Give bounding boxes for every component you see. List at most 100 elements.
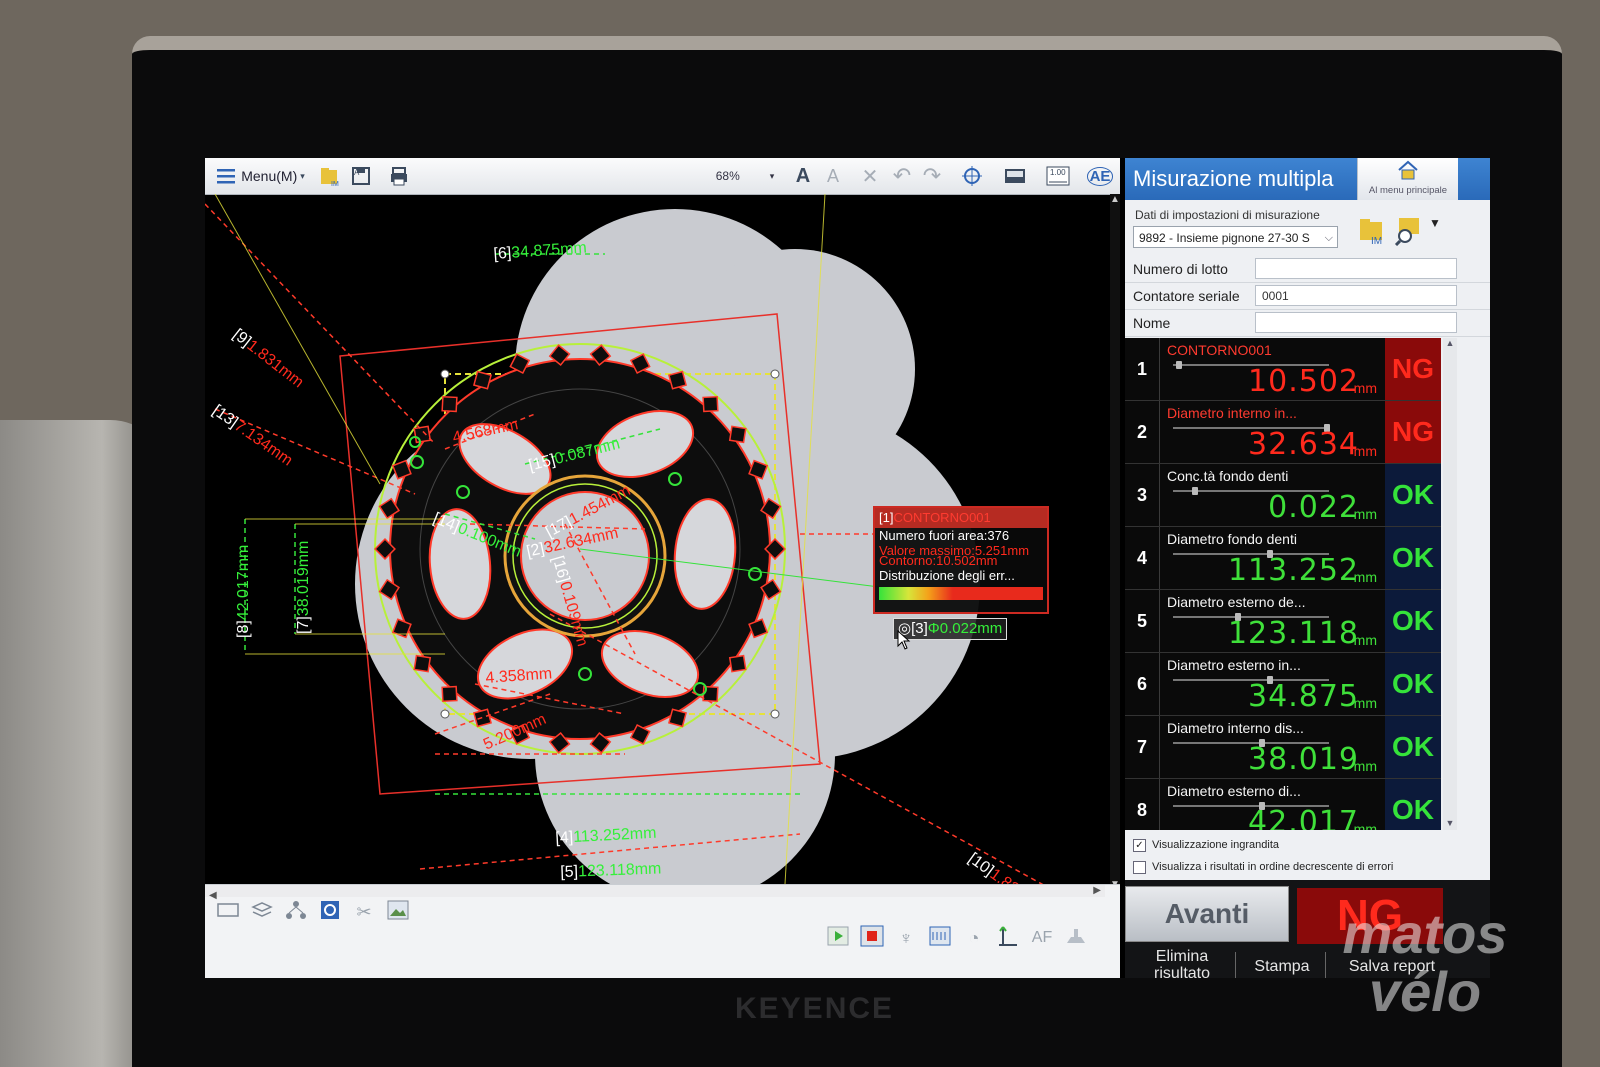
result-status: NG xyxy=(1385,401,1441,463)
search-settings-button[interactable] xyxy=(1393,214,1423,251)
zoom-view-option[interactable]: ✓ Visualizzazione ingrandita xyxy=(1133,834,1393,856)
scissors-button[interactable]: ✂ xyxy=(351,899,377,925)
settings-select[interactable]: 9892 - Insieme pignone 27-30 S ⌵ xyxy=(1133,226,1338,248)
measurement-canvas[interactable]: [6]34.875mm [9]1.831mm [13]7.134mm 4.568… xyxy=(205,193,1110,904)
lot-number-input[interactable] xyxy=(1255,258,1457,279)
annotation-5[interactable]: [5]123.118mm xyxy=(560,860,662,882)
sprocket-tooth xyxy=(441,395,458,413)
settings-icons: IM ▼ xyxy=(1357,214,1441,251)
focus-button[interactable]: ◔ xyxy=(961,925,987,951)
result-unit: mm xyxy=(1353,758,1377,774)
open-im-button[interactable]: IM xyxy=(317,164,343,188)
contour-popup[interactable]: [1]CONTORNO001 Numero fuori area:376 Val… xyxy=(873,506,1049,614)
main-menu-button[interactable]: Al menu principale xyxy=(1357,158,1458,200)
result-status: OK xyxy=(1385,464,1441,526)
error-distribution-bar xyxy=(879,587,1043,600)
result-value: 123.118 xyxy=(1227,616,1359,651)
annotation-8[interactable]: [8]42.017mm xyxy=(235,545,253,638)
next-button[interactable]: Avanti xyxy=(1125,886,1289,942)
redo-button[interactable]: ↷ xyxy=(919,163,945,188)
screen: Menu(M) ▾ IM A 68% ▾ A A ✕ ↶ ↷ 1.00 AE [… xyxy=(205,158,1490,978)
vertical-scrollbar[interactable]: ▲ ▼ xyxy=(1110,194,1120,894)
results-scrollbar[interactable]: ▲ ▼ xyxy=(1443,338,1457,830)
result-name: Diametro esterno in... xyxy=(1167,657,1301,673)
sort-errors-label: Visualizza i risultati in ordine decresc… xyxy=(1152,861,1394,873)
save-button[interactable]: A xyxy=(347,164,377,188)
serial-counter-input[interactable]: 0001 xyxy=(1255,285,1457,306)
open-settings-button[interactable]: IM xyxy=(1357,214,1387,251)
result-row[interactable]: 5 Diametro esterno de... 123.118 mm OK xyxy=(1125,590,1441,653)
caret-down-icon: ▾ xyxy=(769,170,775,181)
image-button[interactable] xyxy=(385,899,411,925)
result-name: Diametro esterno de... xyxy=(1167,594,1306,610)
result-row[interactable]: 8 Diametro esterno di... 42.017 mm OK xyxy=(1125,779,1441,830)
settings-dropdown-button[interactable]: ▼ xyxy=(1429,214,1441,251)
autofocus-button[interactable]: AF xyxy=(1029,925,1055,951)
menu-button[interactable]: Menu(M) ▾ xyxy=(211,164,311,188)
popup-line-1: Numero fuori area:376 xyxy=(879,528,1010,543)
results-list: 1 CONTORNO001 10.502 mm NG 2 Diametro interno … xyxy=(1125,338,1441,830)
target-button[interactable] xyxy=(957,164,987,188)
undo-button[interactable]: ↶ xyxy=(889,163,915,188)
sort-errors-option[interactable]: Visualizza i risultati in ordine decresc… xyxy=(1133,856,1393,878)
result-name: Diametro interno in... xyxy=(1167,405,1297,421)
keyboard-button[interactable] xyxy=(215,899,241,925)
light-button[interactable]: ♆ xyxy=(893,925,919,951)
gear-icon xyxy=(319,899,341,926)
result-row[interactable]: 3 Conc.tà fondo denti 0.022 mm OK xyxy=(1125,464,1441,527)
result-value: 42.017 xyxy=(1248,805,1359,830)
stage-button[interactable] xyxy=(1063,925,1089,951)
height-button[interactable] xyxy=(995,925,1021,951)
result-row[interactable]: 6 Diametro esterno in... 34.875 mm OK xyxy=(1125,653,1441,716)
result-number: 6 xyxy=(1125,653,1160,715)
result-name: CONTORNO001 xyxy=(1167,342,1272,358)
scroll-right-icon[interactable]: ▶ xyxy=(1093,885,1101,896)
result-name: Diametro interno dis... xyxy=(1167,720,1304,736)
scroll-down-icon[interactable]: ▼ xyxy=(1443,818,1457,828)
scroll-up-icon[interactable]: ▲ xyxy=(1110,194,1120,205)
focus-icon: ◔ xyxy=(968,927,980,948)
text-reduce-button[interactable]: A xyxy=(820,164,846,188)
annotation-7[interactable]: [7]38.019mm xyxy=(295,541,313,634)
search-icon xyxy=(1393,218,1423,250)
print-button[interactable] xyxy=(385,164,415,188)
delete-button[interactable]: ✕ xyxy=(857,164,883,188)
sprocket-tooth xyxy=(473,708,492,728)
result-value: 34.875 xyxy=(1248,679,1359,714)
scale-button[interactable]: 1.00 xyxy=(1043,164,1073,188)
svg-text:IM: IM xyxy=(331,181,339,187)
viewer-bottom-bar: ◀ ▶ ✂ ♆ ◔ AF xyxy=(205,884,1120,978)
checkbox-unchecked[interactable] xyxy=(1133,860,1146,874)
text-enlarge-button[interactable]: A xyxy=(790,164,816,188)
name-input[interactable] xyxy=(1255,312,1457,333)
sprocket-tooth xyxy=(473,370,492,390)
play-button[interactable] xyxy=(825,925,851,951)
result-unit: mm xyxy=(1353,506,1377,522)
display-button[interactable] xyxy=(1000,164,1030,188)
scroll-up-icon[interactable]: ▲ xyxy=(1443,338,1457,348)
grid-button[interactable] xyxy=(927,925,953,951)
delete-result-button[interactable]: Elimina risultato xyxy=(1137,948,1227,978)
result-row[interactable]: 2 Diametro interno in... 32.634 mm NG xyxy=(1125,401,1441,464)
keyboard-icon xyxy=(217,902,239,922)
text-enlarge-icon: A xyxy=(795,164,811,187)
hierarchy-button[interactable] xyxy=(283,899,309,925)
image-icon xyxy=(387,900,409,925)
viewer-toolbar: Menu(M) ▾ IM A 68% ▾ A A ✕ ↶ ↷ 1.00 AE xyxy=(205,158,1120,195)
result-unit: mm xyxy=(1353,380,1377,396)
stop-button[interactable] xyxy=(859,925,885,951)
layers-button[interactable] xyxy=(249,899,275,925)
grid-icon xyxy=(929,926,951,951)
checkbox-checked[interactable]: ✓ xyxy=(1133,838,1146,852)
horizontal-scrollbar[interactable]: ◀ ▶ xyxy=(205,885,1105,901)
result-row[interactable]: 4 Diametro fondo denti 113.252 mm OK xyxy=(1125,527,1441,590)
zoom-select[interactable]: 68% ▾ xyxy=(705,164,785,188)
gear-button[interactable] xyxy=(317,899,343,925)
result-unit: mm xyxy=(1353,695,1377,711)
auto-edit-button[interactable]: AE xyxy=(1085,164,1115,188)
result-row[interactable]: 7 Diametro interno dis... 38.019 mm OK xyxy=(1125,716,1441,779)
sprocket-tooth xyxy=(413,425,432,444)
result-row[interactable]: 1 CONTORNO001 10.502 mm NG xyxy=(1125,338,1441,401)
folder-im-icon: IM xyxy=(1357,219,1387,250)
lot-number-row: Numero di lotto xyxy=(1125,256,1490,283)
